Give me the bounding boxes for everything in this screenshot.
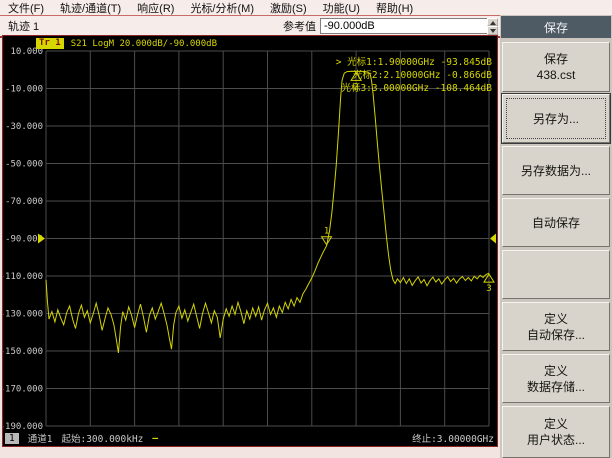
- reference-value-stepper: [487, 17, 498, 35]
- y-axis-tick-label: -130.000: [3, 310, 43, 320]
- softkey-label: 自动保存: [531, 215, 580, 230]
- softkey-label: 数据存储...: [526, 379, 585, 394]
- softkey-label: 保存: [543, 52, 568, 66]
- measurement-format-label: S21 LogM 20.000dB/-90.000dB: [70, 38, 217, 49]
- trace-color-dash: —: [152, 432, 159, 444]
- y-axis-tick-label: -150.000: [3, 347, 43, 357]
- softkey-label: 438.cst: [536, 68, 576, 82]
- y-axis-tick-label: -90.000: [5, 235, 43, 245]
- y-axis-tick-label: -10.000: [5, 85, 43, 95]
- reference-level-arrow-right: [490, 233, 496, 244]
- softkey-define-user-state[interactable]: 定义 用户状态...: [502, 406, 610, 458]
- menu-utility[interactable]: 功能(U): [315, 0, 368, 16]
- softkey-label: 自动保存...: [526, 327, 585, 342]
- marker-number: 3: [486, 284, 491, 294]
- y-axis-tick-label: -30.000: [5, 122, 43, 132]
- softkey-label: 定义: [543, 311, 568, 326]
- chart-svg: 10.000-10.000-30.000-50.000-70.000-90.00…: [3, 47, 496, 432]
- y-axis-tick-label: -170.000: [3, 385, 43, 395]
- y-axis-tick-label: -110.000: [3, 272, 43, 282]
- channel-status-bar: 1 通道1 起始:300.000kHz — 终止:3.00000GHz: [5, 432, 494, 445]
- softkey-define-data-store[interactable]: 定义 数据存储...: [502, 354, 610, 403]
- menu-marker-analysis[interactable]: 光标/分析(M): [182, 0, 262, 16]
- softkey-blank[interactable]: [502, 250, 610, 299]
- stepper-up-button[interactable]: [487, 17, 498, 26]
- stepper-down-button[interactable]: [487, 26, 498, 35]
- softkey-save-data-as[interactable]: 另存数据为...: [502, 146, 610, 195]
- measurement-display: 10.000 -10.000 -30.000 -50.000 -70.000 -90.00…: [2, 35, 498, 447]
- start-frequency-label: 起始:300.000kHz: [61, 434, 144, 445]
- menu-stimulus[interactable]: 激励(S): [262, 0, 315, 16]
- marker-readout: > 光标1:1.90000GHz -93.845dB: [336, 56, 493, 68]
- menu-bar: 文件(F) 轨迹/通道(T) 响应(R) 光标/分析(M) 激励(S) 功能(U…: [0, 0, 612, 16]
- menu-trace-channel[interactable]: 轨迹/通道(T): [52, 0, 129, 16]
- softkey-save-as[interactable]: 另存为...: [502, 94, 610, 143]
- vna-app-window: 文件(F) 轨迹/通道(T) 响应(R) 光标/分析(M) 激励(S) 功能(U…: [0, 0, 612, 458]
- channel-label: 通道1: [27, 434, 53, 445]
- reference-value-label: 参考值: [283, 21, 316, 33]
- trace-status-line: Tr 1 S21 LogM 20.000dB/-90.000dB: [36, 38, 217, 49]
- y-axis-tick-label: -50.000: [5, 160, 43, 170]
- menu-help[interactable]: 帮助(H): [368, 0, 421, 16]
- reference-value-input[interactable]: [320, 18, 487, 34]
- softkey-label: 定义: [543, 363, 568, 378]
- softkey-label: 定义: [543, 417, 568, 431]
- y-axis-tick-label: -70.000: [5, 197, 43, 207]
- softkey-label: 另存为...: [532, 111, 579, 126]
- channel-badge[interactable]: 1: [5, 432, 19, 444]
- arrow-up-icon: [490, 20, 496, 25]
- marker-number: 1: [324, 227, 329, 237]
- softkey-menu-title: 保存: [501, 16, 611, 38]
- trace-selector-label[interactable]: 轨迹 1: [8, 18, 39, 34]
- stop-frequency-label: 终止:3.00000GHz: [412, 434, 494, 445]
- arrow-down-icon: [490, 29, 496, 33]
- menu-response[interactable]: 响应(R): [129, 0, 182, 16]
- softkey-sidebar: 保存 保存 438.cst 另存为... 另存数据为... 自动保存 定义 自动…: [500, 15, 612, 458]
- trace-badge[interactable]: Tr 1: [36, 38, 64, 49]
- marker-readout: 光标2:2.10000GHz -0.866dB: [353, 69, 492, 81]
- softkey-label: 用户状态...: [526, 433, 585, 447]
- marker-readout: 光标3:3.00000GHz -108.464dB: [341, 82, 492, 94]
- softkey-label: 另存数据为...: [520, 163, 591, 178]
- softkey-define-auto-save[interactable]: 定义 自动保存...: [502, 302, 610, 351]
- menu-file[interactable]: 文件(F): [0, 0, 52, 16]
- softkey-save-file[interactable]: 保存 438.cst: [502, 42, 610, 92]
- softkey-auto-save[interactable]: 自动保存: [502, 198, 610, 247]
- reference-value-group: 参考值: [283, 17, 500, 35]
